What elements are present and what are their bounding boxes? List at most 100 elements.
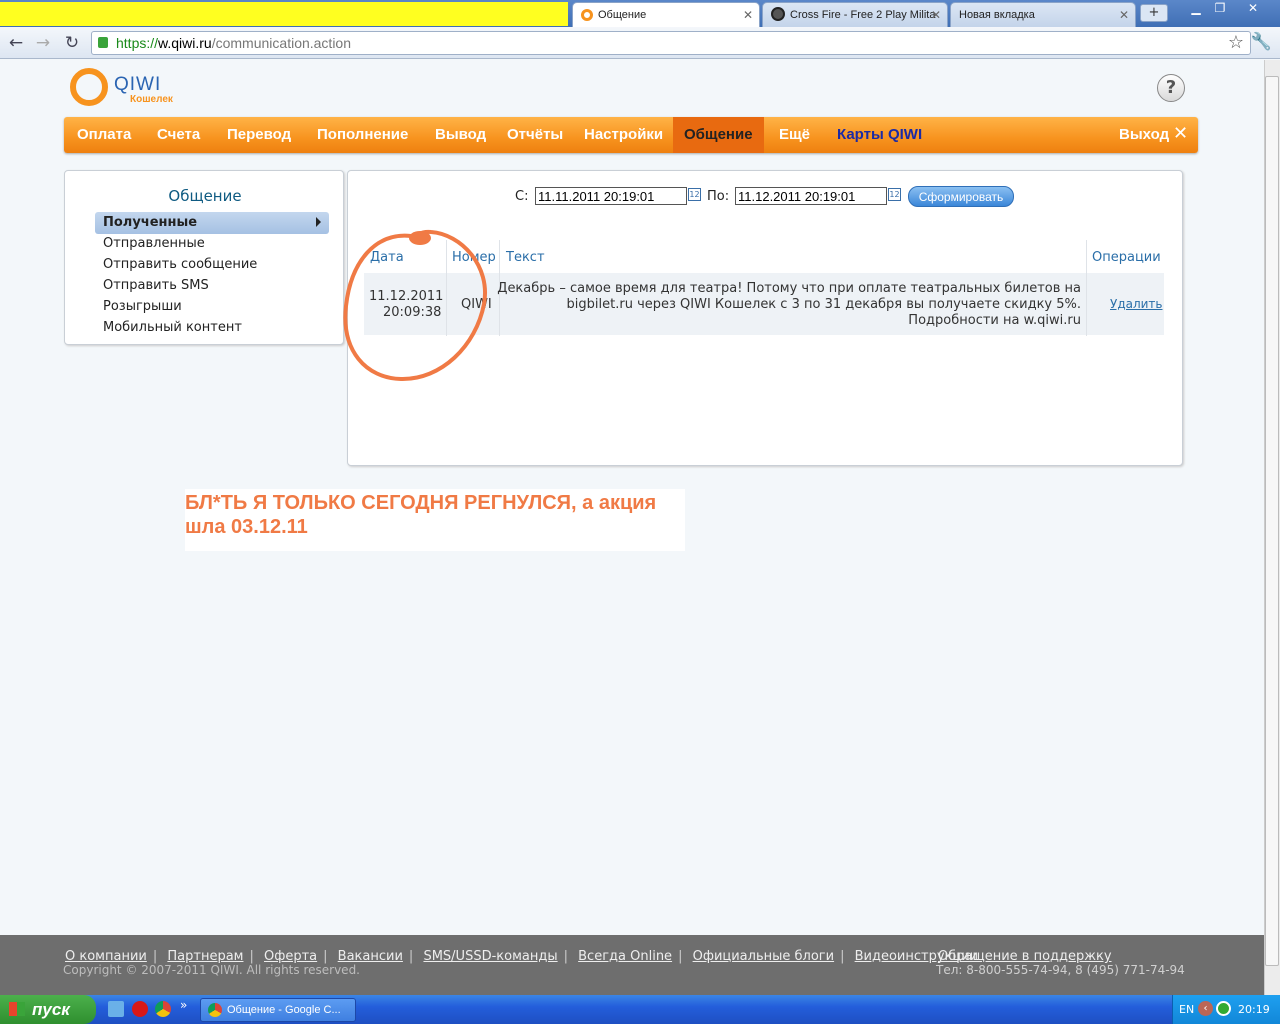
show-desktop-icon[interactable] — [108, 1001, 124, 1017]
sidebar-item-mobile-content[interactable]: Мобильный контент — [103, 320, 242, 335]
windows-flag-icon — [9, 1002, 25, 1016]
footer-link-blogs[interactable]: Официальные блоги — [693, 949, 834, 964]
url-path: /communication.action — [211, 35, 352, 51]
footer-link-sms-ussd[interactable]: SMS/USSD-команды — [423, 949, 557, 964]
scrollbar-thumb[interactable] — [1265, 76, 1279, 966]
sidebar-item-sent[interactable]: Отправленные — [103, 236, 205, 251]
close-tab-icon[interactable]: ✕ — [931, 3, 941, 27]
taskbar-window-label: Общение - Google C... — [227, 1004, 341, 1016]
logout-close-icon[interactable]: ✕ — [1173, 125, 1188, 143]
close-tab-icon[interactable]: ✕ — [743, 3, 753, 27]
footer-link-about[interactable]: О компании — [65, 949, 147, 964]
row-text-line: Подробности на w.qiwi.ru — [908, 313, 1081, 328]
from-label: С: — [515, 189, 529, 204]
to-date-input[interactable] — [735, 187, 887, 205]
menu-item-reports[interactable]: Отчёты — [507, 117, 563, 153]
tab-title: Новая вкладка — [959, 9, 1035, 21]
sidebar-item-send-sms[interactable]: Отправить SMS — [103, 278, 209, 293]
taskbar — [0, 995, 1280, 1024]
tab-communication[interactable]: Общение ✕ — [572, 2, 760, 27]
clock: 20:19 — [1238, 1003, 1270, 1016]
to-label: По: — [707, 189, 730, 204]
wrench-icon[interactable]: 🔧 — [1251, 32, 1272, 52]
from-date-input[interactable] — [535, 187, 687, 205]
support-phones: Тел: 8-800-555-74-94, 8 (495) 771-74-94 — [936, 963, 1185, 977]
footer-link-offer[interactable]: Оферта — [264, 949, 317, 964]
footer-link-always-online[interactable]: Всегда Online — [578, 949, 672, 964]
taskbar-window-button[interactable]: Общение - Google C... — [200, 998, 356, 1022]
tray-app-icon[interactable] — [1216, 1001, 1231, 1016]
back-icon[interactable]: ← — [5, 33, 27, 53]
column-header-operations: Операции — [1092, 250, 1161, 265]
column-header-text: Текст — [506, 250, 545, 265]
menu-item-topup[interactable]: Пополнение — [317, 117, 408, 153]
logout-button[interactable]: Выход — [1119, 117, 1169, 153]
minimize-icon[interactable]: ▁ — [1185, 1, 1207, 18]
menu-item-payment[interactable]: Оплата — [77, 117, 131, 153]
start-label: пуск — [32, 1000, 70, 1019]
qiwi-favicon-icon — [581, 9, 593, 21]
menu-item-withdraw[interactable]: Вывод — [435, 117, 486, 153]
more-quicklaunch-icon[interactable]: » — [180, 998, 187, 1012]
menu-item-qiwi-cards[interactable]: Карты QIWI — [837, 117, 922, 153]
sidebar-title: Общение — [168, 187, 242, 205]
qiwi-logo[interactable]: QIWI Кошелек — [70, 68, 190, 108]
footer-link-jobs[interactable]: Вакансии — [338, 949, 403, 964]
footer-links: О компании | Партнерам | Оферта | Вакансии |… — [65, 949, 979, 964]
tray-arrow-icon[interactable]: ‹ — [1198, 1001, 1213, 1016]
tab-new-tab[interactable]: Новая вкладка ✕ — [950, 2, 1136, 27]
bookmark-star-icon[interactable]: ☆ — [1228, 32, 1244, 53]
highlighted-tab-area — [0, 2, 568, 26]
tab-title: Общение — [598, 9, 647, 21]
row-number: QIWI — [461, 297, 492, 312]
reload-icon[interactable]: ↻ — [61, 33, 83, 53]
language-indicator[interactable]: EN — [1179, 1003, 1194, 1016]
row-text-line: Декабрь – самое время для театра! Потому… — [497, 281, 1081, 296]
delete-link[interactable]: Удалить — [1110, 297, 1163, 311]
menu-item-more[interactable]: Ещё — [779, 117, 810, 153]
url-scheme: https:// — [116, 35, 159, 51]
logo-word: QIWI — [114, 74, 162, 95]
url-host: w.qiwi.ru — [158, 35, 212, 51]
calendar-icon[interactable]: 12 — [888, 188, 901, 201]
opera-icon[interactable] — [132, 1001, 148, 1017]
copyright: Copyright © 2007-2011 QIWI. All rights r… — [63, 963, 360, 977]
chrome-icon — [208, 1003, 222, 1017]
calendar-icon[interactable]: 12 — [688, 188, 701, 201]
tab-crossfire[interactable]: Cross Fire - Free 2 Play Milita ✕ — [762, 2, 948, 27]
menu-item-transfer[interactable]: Перевод — [227, 117, 291, 153]
tab-title: Cross Fire - Free 2 Play Milita — [790, 9, 936, 21]
chevron-right-icon — [316, 217, 321, 227]
close-tab-icon[interactable]: ✕ — [1119, 3, 1129, 27]
qiwi-q-icon — [70, 68, 108, 106]
sidebar-item-send-message[interactable]: Отправить сообщение — [103, 257, 257, 272]
annotation-line: БЛ*ТЬ Я ТОЛЬКО СЕГОДНЯ РЕГНУЛСЯ, а акция — [185, 492, 657, 514]
help-icon[interactable]: ? — [1157, 74, 1185, 102]
menu-item-bills[interactable]: Счета — [157, 117, 200, 153]
address-bar[interactable]: https://w.qiwi.ru/communication.action — [91, 31, 1251, 55]
forward-icon[interactable]: → — [32, 33, 54, 53]
column-divider — [1086, 240, 1087, 336]
menu-item-settings[interactable]: Настройки — [584, 117, 663, 153]
chrome-icon[interactable] — [155, 1001, 171, 1017]
column-header-number: Номер — [452, 250, 496, 265]
column-divider — [446, 240, 447, 336]
close-window-icon[interactable]: ✕ — [1242, 1, 1264, 18]
column-header-date: Дата — [370, 250, 404, 265]
footer-link-partners[interactable]: Партнерам — [167, 949, 243, 964]
menu-item-communication[interactable]: Общение — [673, 117, 764, 153]
row-date: 11.12.2011 — [369, 289, 444, 304]
row-time: 20:09:38 — [383, 305, 442, 320]
logo-subtitle: Кошелек — [130, 94, 173, 105]
sidebar-item-prizes[interactable]: Розыгрыши — [103, 299, 182, 314]
sidebar-item-received[interactable]: Полученные — [103, 215, 197, 230]
start-button[interactable]: пуск — [0, 995, 96, 1024]
generate-button[interactable]: Сформировать — [908, 186, 1014, 207]
annotation-line: шла 03.12.11 — [185, 516, 308, 538]
lock-icon — [98, 37, 108, 48]
restore-icon[interactable]: ❐ — [1209, 1, 1231, 18]
new-tab-button[interactable]: + — [1140, 4, 1168, 22]
support-link[interactable]: Обращение в поддержку — [938, 949, 1112, 964]
annotation-text: БЛ*ТЬ Я ТОЛЬКО СЕГОДНЯ РЕГНУЛСЯ, а акция… — [185, 491, 685, 539]
crossfire-favicon-icon — [771, 7, 785, 21]
